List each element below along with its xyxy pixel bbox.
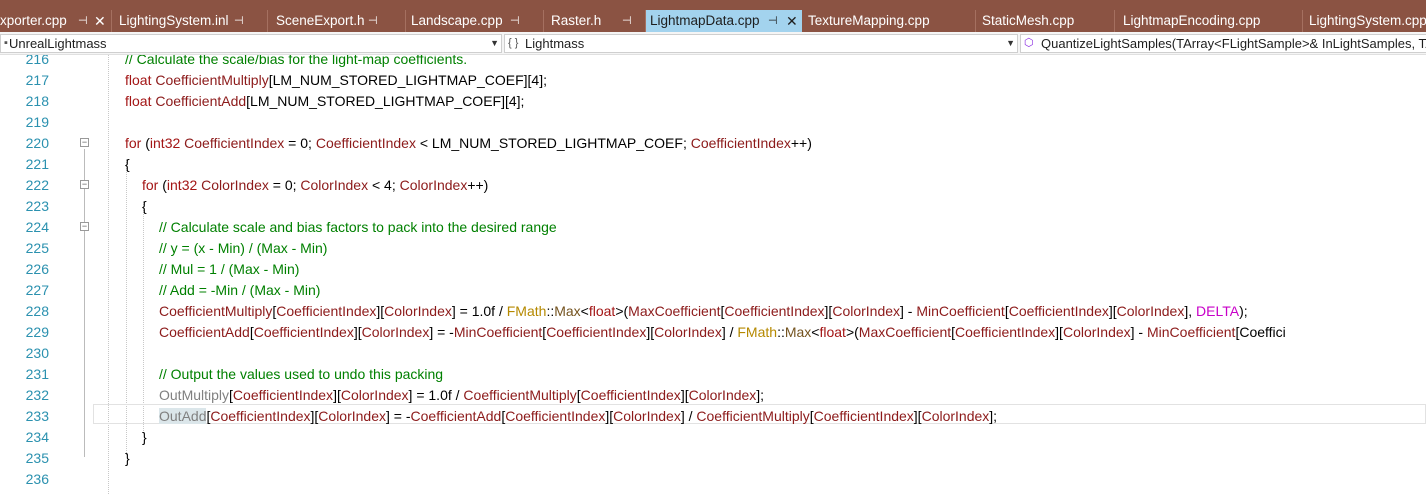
collapse-icon[interactable]: − — [80, 180, 89, 189]
close-icon[interactable]: ✕ — [94, 10, 106, 32]
line-number: 228 — [25, 303, 49, 319]
line-number: 231 — [25, 366, 49, 382]
pin-icon[interactable]: ⊣ — [622, 10, 632, 32]
tab-exporter[interactable]: xporter.cpp ⊣ ✕ — [0, 10, 112, 32]
tab-label: Raster.h — [551, 13, 602, 28]
line-number: 221 — [25, 156, 49, 172]
tab-texturemapping-cpp[interactable]: TextureMapping.cpp — [802, 10, 976, 32]
project-dropdown[interactable]: ▪ UnrealLightmass ▼ — [0, 34, 502, 53]
code-line[interactable]: // Bias to avoid divide by zero in shade… — [125, 490, 369, 494]
code-line[interactable]: float CoefficientMultiply[LM_NUM_STORED_… — [125, 70, 547, 91]
collapse-icon[interactable]: − — [80, 222, 89, 231]
line-number: 225 — [25, 240, 49, 256]
scope-dropdown[interactable]: { } Lightmass ▼ — [504, 34, 1018, 53]
tab-label: Landscape.cpp — [411, 13, 503, 28]
pin-icon[interactable]: ⊣ — [368, 10, 378, 32]
member-dropdown[interactable]: ⬡ QuantizeLightSamples(TArray<FLightSamp… — [1020, 34, 1426, 53]
navigation-bar: ▪ UnrealLightmass ▼ { } Lightmass ▼ ⬡ Qu… — [0, 32, 1426, 55]
line-number: 229 — [25, 324, 49, 340]
tab-label: LightmapEncoding.cpp — [1123, 13, 1261, 28]
tab-landscape-cpp[interactable]: Landscape.cpp ⊣ — [406, 10, 544, 32]
project-name: UnrealLightmass — [9, 36, 107, 51]
code-line[interactable]: OutMultiply[CoefficientIndex][ColorIndex… — [159, 385, 764, 406]
line-number: 227 — [25, 282, 49, 298]
method-icon: ⬡ — [1024, 37, 1034, 49]
line-number: 223 — [25, 198, 49, 214]
code-line[interactable]: // y = (x - Min) / (Max - Min) — [159, 238, 327, 259]
line-number: 217 — [25, 72, 49, 88]
tab-label: TextureMapping.cpp — [808, 13, 930, 28]
line-number: 224 — [25, 219, 49, 235]
line-number: 232 — [25, 387, 49, 403]
line-number: 219 — [25, 114, 49, 130]
code-line[interactable]: { — [125, 154, 130, 175]
tab-label: LightingSystem.cpp — [1309, 13, 1426, 28]
line-number: 233 — [25, 408, 49, 424]
tab-bar: xporter.cpp ⊣ ✕ LightingSystem.inl ⊣ Sce… — [0, 0, 1426, 32]
code-line[interactable]: { — [142, 196, 147, 217]
code-line[interactable]: // Mul = 1 / (Max - Min) — [159, 259, 299, 280]
line-number: 218 — [25, 93, 49, 109]
pin-icon[interactable]: ⊣ — [768, 10, 778, 32]
code-line[interactable]: CoefficientMultiply[CoefficientIndex][Co… — [159, 301, 1248, 322]
line-number: 220 — [25, 135, 49, 151]
code-line[interactable]: // Output the values used to undo this p… — [159, 364, 443, 385]
code-line[interactable]: float CoefficientAdd[LM_NUM_STORED_LIGHT… — [125, 91, 524, 112]
close-icon[interactable]: ✕ — [786, 10, 798, 32]
collapse-icon[interactable]: − — [80, 138, 89, 147]
line-number: 226 — [25, 261, 49, 277]
pin-icon[interactable]: ⊣ — [234, 10, 244, 32]
tab-label: LightmapData.cpp — [650, 13, 760, 28]
code-line[interactable]: } — [125, 448, 130, 469]
code-line[interactable]: OutAdd[CoefficientIndex][ColorIndex] = -… — [159, 406, 997, 427]
line-number: 230 — [25, 345, 49, 361]
line-number: 235 — [25, 450, 49, 466]
scope-name: Lightmass — [525, 36, 585, 51]
tab-lightingsystem-cpp[interactable]: LightingSystem.cpp — [1303, 10, 1426, 32]
line-number: 216 — [25, 55, 49, 67]
tab-label: SceneExport.h — [276, 13, 365, 28]
pin-icon[interactable]: ⊣ — [78, 10, 88, 32]
code-line[interactable]: for (int32 ColorIndex = 0; ColorIndex < … — [142, 175, 488, 196]
chevron-down-icon[interactable]: ▼ — [490, 35, 499, 52]
tab-sceneexport-h[interactable]: SceneExport.h ⊣ — [268, 10, 406, 32]
line-number-margin: 216 217 218 219 220 221 222 223 224 225 226 227 228 2… — [0, 55, 56, 494]
tab-label: xporter.cpp — [0, 13, 67, 28]
code-line[interactable]: CoefficientAdd[CoefficientIndex][ColorIn… — [159, 322, 1286, 343]
tab-lightmapdata-cpp[interactable]: LightmapData.cpp ⊣ ✕ — [646, 10, 802, 32]
line-number: 237 — [0, 490, 49, 494]
tab-lightmapencoding-cpp[interactable]: LightmapEncoding.cpp — [1115, 10, 1303, 32]
code-editor[interactable]: 216 217 218 219 220 221 222 223 224 225 226 227 228 2… — [0, 55, 1426, 494]
line-number: 234 — [25, 429, 49, 445]
fold-line — [84, 149, 86, 457]
tab-label: StaticMesh.cpp — [982, 13, 1075, 28]
code-line[interactable]: for (int32 CoefficientIndex = 0; Coeffic… — [125, 133, 812, 154]
project-icon: ▪ — [4, 37, 8, 49]
indent-guide — [143, 201, 144, 433]
tab-raster-h[interactable]: Raster.h ⊣ — [544, 10, 646, 32]
tab-label: LightingSystem.inl — [119, 13, 229, 28]
chevron-down-icon[interactable]: ▼ — [1006, 35, 1015, 52]
indent-guide — [108, 55, 109, 494]
tab-lightingsystem-inl[interactable]: LightingSystem.inl ⊣ — [112, 10, 268, 32]
code-line[interactable]: } — [142, 427, 147, 448]
namespace-icon: { } — [508, 37, 519, 49]
code-line[interactable]: // Add = -Min / (Max - Min) — [159, 280, 320, 301]
line-number: 236 — [25, 471, 49, 487]
code-line[interactable]: // Calculate the scale/bias for the ligh… — [125, 55, 467, 70]
pin-icon[interactable]: ⊣ — [510, 10, 520, 32]
member-name: QuantizeLightSamples(TArray<FLightSample… — [1041, 36, 1426, 51]
line-number: 222 — [25, 177, 49, 193]
code-line[interactable]: // Calculate scale and bias factors to p… — [159, 217, 557, 238]
tab-staticmesh-cpp[interactable]: StaticMesh.cpp — [976, 10, 1115, 32]
